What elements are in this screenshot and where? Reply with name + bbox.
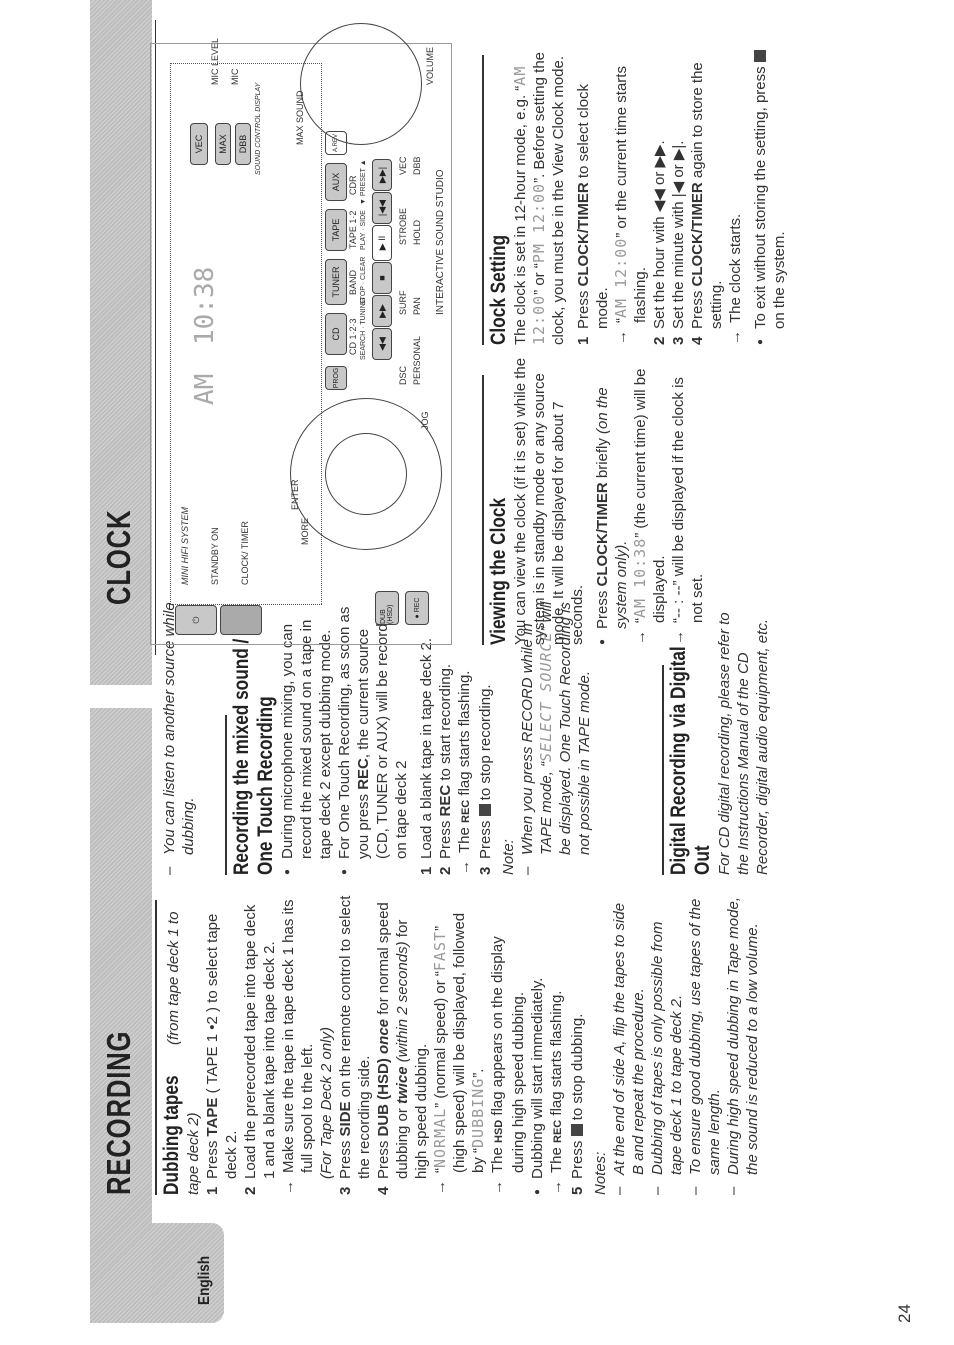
setting-heading: Clock Setting: [487, 234, 510, 345]
standby-label: STANDBY ON: [210, 527, 220, 585]
stop-icon: [479, 804, 491, 817]
divider: [662, 665, 664, 875]
digital-heading: Digital Recording via Digital: [667, 646, 690, 875]
play-pause-button: ▶ II: [372, 225, 392, 261]
aux-button: AUX: [325, 163, 347, 201]
language-tab: English: [152, 1223, 224, 1323]
lcd-am: AM: [190, 373, 220, 405]
viewing-clock-section: Viewing the Clock You can view the clock…: [487, 355, 707, 645]
rec-button: ● REC: [405, 591, 429, 625]
stop-icon: [754, 50, 766, 63]
clock-timer-label: CLOCK/ TIMER: [240, 521, 250, 585]
fast-forward-button: ▶▶: [372, 295, 392, 327]
dubbing-heading: Dubbing tapes: [160, 1075, 183, 1195]
standby-button: ⏻: [175, 605, 217, 635]
vec-indicator: VEC: [190, 123, 208, 165]
recording-title: RECORDING: [100, 1030, 137, 1195]
note-item: At the end of side A, flip the tapes to …: [610, 895, 648, 1195]
dub-hsd-button: DUB (HSD): [375, 591, 399, 625]
lcd-time: 10:38: [190, 266, 220, 345]
dbb-indicator: DBB: [235, 123, 251, 165]
stop-button: ■: [372, 262, 392, 294]
studio-label: INTERACTIVE SOUND STUDIO: [435, 169, 446, 315]
divider: [225, 715, 227, 875]
note-item: Dubbing of tapes is only possible from t…: [648, 895, 686, 1195]
rewind-button: ◀◀: [372, 328, 392, 360]
mixed-heading: Recording the mixed sound /: [230, 638, 253, 875]
recording-banner: [90, 708, 152, 1323]
power-icon: ⏻: [190, 616, 201, 624]
stop-icon: [571, 1124, 583, 1137]
clock-title: CLOCK: [100, 509, 137, 605]
note-item: During high speed dubbing in Tape mode, …: [724, 895, 762, 1195]
device-front-panel-diagram: MINI HIFI SYSTEM STANDBY ON CLOCK/ TIMER…: [150, 23, 452, 645]
viewing-heading: Viewing the Clock: [487, 497, 510, 645]
dubbing-column: Dubbing tapes (from tape deck 1 to tape …: [160, 895, 762, 1195]
max-indicator: MAX: [215, 123, 231, 165]
language-label: English: [196, 1255, 213, 1305]
next-button: ▶▶|: [372, 159, 392, 191]
tape-button: TAPE: [325, 209, 347, 251]
note-item: To ensure good dubbing, use tapes of the…: [686, 895, 724, 1195]
divider: [482, 375, 484, 645]
divider: [155, 900, 157, 1195]
divider: [482, 55, 484, 345]
page-number: 24: [895, 1304, 914, 1323]
cd-button: CD: [325, 313, 347, 355]
prog-button: PROG: [325, 366, 347, 390]
clock-timer-button: [220, 605, 262, 635]
clock-setting-section: Clock Setting The clock is set in 12-hou…: [487, 45, 789, 345]
volume-knob: [300, 23, 422, 145]
tuner-button: TUNER: [325, 259, 347, 305]
prev-button: |◀◀: [372, 192, 392, 224]
manual-page: RECORDING CLOCK English Dubbing tapes (f…: [0, 0, 954, 1345]
